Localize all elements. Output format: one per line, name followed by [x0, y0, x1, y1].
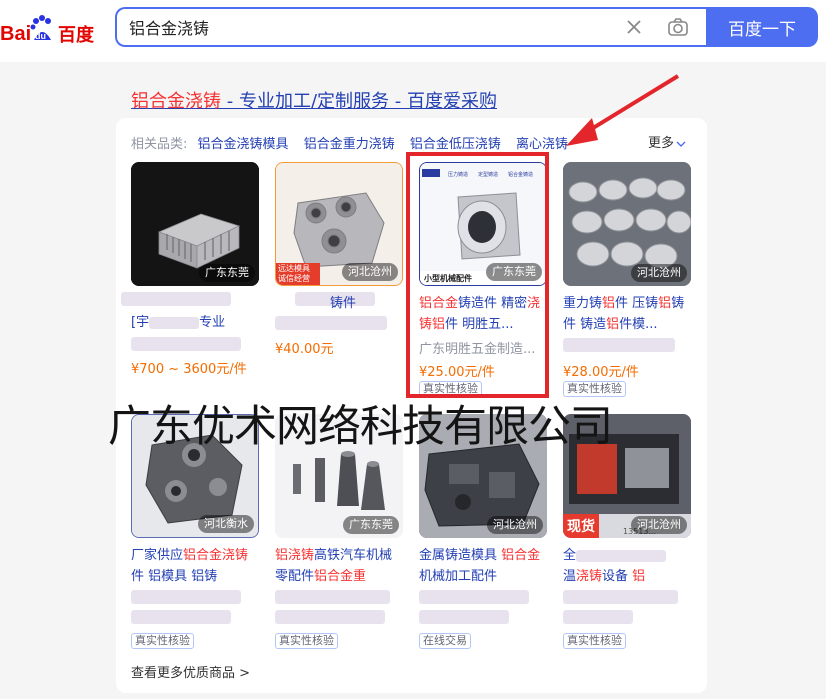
product-title-text: 件 铸造	[563, 317, 607, 332]
product-title[interactable]: 铸件	[330, 293, 400, 314]
highlight-text: 铝	[658, 296, 672, 311]
shop-tag-line: 远达模具	[278, 264, 310, 273]
highlight-text: 铝合金	[501, 548, 541, 563]
highlight-text: 铝合金重	[314, 569, 367, 584]
highlight-text: 铝合金浇铸	[183, 548, 249, 563]
shop-tag-line: 诚信经营	[278, 274, 310, 283]
product-title-text: 铸	[671, 296, 685, 311]
product-title-text: 厂家供应	[131, 548, 184, 563]
highlight-text: 铝浇铸	[275, 548, 315, 563]
search-box	[115, 7, 707, 47]
blurred-text	[131, 337, 241, 351]
product-title-text: 件 铝模具 铝铸	[131, 569, 218, 584]
svg-text:Bai: Bai	[0, 23, 31, 45]
product-title-text: 金属铸造模具	[419, 548, 502, 563]
highlight-box	[406, 152, 549, 398]
product-title-text: [宇	[131, 315, 150, 330]
product-title-text: 高铁汽车机械	[314, 548, 393, 563]
search-input[interactable]	[129, 9, 609, 45]
product-image[interactable]: 河北沧州	[563, 162, 691, 286]
blurred-text	[121, 292, 231, 306]
product-price: ¥40.00元	[275, 342, 334, 357]
location-tag: 河北沧州	[631, 264, 687, 282]
highlight-text: 铝	[606, 317, 620, 332]
location-tag: 河北沧州	[487, 516, 543, 534]
product-title-text: 重力铸	[563, 296, 603, 311]
product-title-text: 件 压铸	[615, 296, 659, 311]
location-tag: 广东东莞	[343, 516, 399, 534]
product-title[interactable]: 全温浇铸设备 铝	[563, 545, 691, 587]
product-title[interactable]: 金属铸造模具 铝合金机械加工配件	[419, 545, 547, 587]
highlight-text: 浇铸	[576, 569, 603, 584]
product-price: ¥28.00元/件	[563, 365, 639, 380]
clear-icon[interactable]	[625, 18, 643, 36]
product-title[interactable]: 铝浇铸高铁汽车机械零配件铝合金重	[275, 545, 403, 587]
svg-text:百度: 百度	[58, 24, 95, 46]
product-item[interactable]: 远达模具 诚信经营 河北沧州 铸件 ¥40.00元	[275, 162, 403, 382]
blurred-text	[576, 549, 667, 562]
top-bar: Bai du 百度 百度一下	[0, 0, 826, 62]
highlight-text: 铝	[632, 569, 646, 584]
blurred-text	[131, 590, 241, 604]
see-more-link[interactable]: 查看更多优质商品 >	[131, 662, 250, 681]
product-title-text: 专业	[199, 315, 226, 330]
product-title-text: 温	[563, 569, 577, 584]
result-title-link[interactable]: 铝合金浇铸 - 专业加工/定制服务 - 百度爱采购	[131, 87, 497, 113]
product-title[interactable]: 重力铸铝件 压铸铝铸件 铸造铝件模...	[563, 293, 691, 335]
location-tag: 河北沧州	[631, 516, 687, 534]
baidu-logo[interactable]: Bai du 百度	[0, 14, 100, 48]
highlight-text: 铝	[602, 296, 616, 311]
verify-badge[interactable]: 真实性核验	[563, 633, 626, 649]
trade-badge[interactable]: 在线交易	[419, 633, 471, 649]
product-price: ¥700 ~ 3600元/件	[131, 362, 247, 377]
related-link[interactable]: 铝合金重力浇铸	[304, 137, 395, 152]
product-title-text: 设备	[602, 569, 633, 584]
blurred-text	[275, 316, 387, 330]
verify-badge[interactable]: 真实性核验	[131, 633, 194, 649]
blurred-text	[419, 590, 529, 604]
title-rest: - 专业加工/定制服务 - 百度爱采购	[221, 91, 497, 112]
shop-tag: 远达模具 诚信经营	[276, 263, 320, 285]
verify-badge[interactable]: 真实性核验	[275, 633, 338, 649]
product-title[interactable]: 厂家供应铝合金浇铸件 铝模具 铝铸	[131, 545, 259, 587]
product-item[interactable]: 广东东莞 [宇 专业 ¥700 ~ 3600元/件	[121, 162, 259, 382]
in-stock-tag: 现货	[563, 514, 599, 538]
product-title-text: 机械加工配件	[419, 569, 498, 584]
product-title-text: 件模...	[619, 317, 658, 332]
location-tag: 河北沧州	[342, 263, 398, 281]
blurred-text	[563, 590, 678, 604]
arrow-icon	[566, 74, 680, 146]
product-title-text: 零配件	[275, 569, 315, 584]
blurred-text	[563, 610, 633, 624]
blurred-text	[275, 590, 390, 604]
svg-text:du: du	[35, 31, 46, 41]
product-title-text: 全	[563, 548, 577, 563]
blurred-text	[419, 610, 509, 624]
location-tag: 广东东莞	[199, 264, 255, 282]
related-categories: 相关品类: 铝合金浇铸模具 铝合金重力浇铸 铝合金低压浇铸 离心浇铸	[131, 133, 579, 152]
product-title-text: 铸件	[330, 296, 357, 311]
product-item[interactable]: 河北沧州 重力铸铝件 压铸铝铸件 铸造铝件模... ¥28.00元/件 真实性核…	[563, 162, 691, 402]
camera-icon[interactable]	[667, 17, 689, 37]
product-image[interactable]: 广东东莞	[131, 162, 259, 286]
location-tag: 河北衡水	[198, 515, 254, 533]
title-highlight: 铝合金浇铸	[131, 91, 221, 112]
related-link[interactable]: 铝合金浇铸模具	[198, 137, 289, 152]
blurred-text	[563, 338, 675, 352]
blurred-text	[149, 316, 200, 329]
related-link[interactable]: 铝合金低压浇铸	[410, 137, 501, 152]
product-image[interactable]: 远达模具 诚信经营 河北沧州	[275, 162, 403, 286]
blurred-text	[275, 610, 385, 624]
watermark-text: 广东优术网络科技有限公司	[108, 402, 613, 452]
related-label: 相关品类:	[131, 137, 188, 152]
search-button[interactable]: 百度一下	[706, 7, 818, 47]
blurred-text	[131, 610, 231, 624]
